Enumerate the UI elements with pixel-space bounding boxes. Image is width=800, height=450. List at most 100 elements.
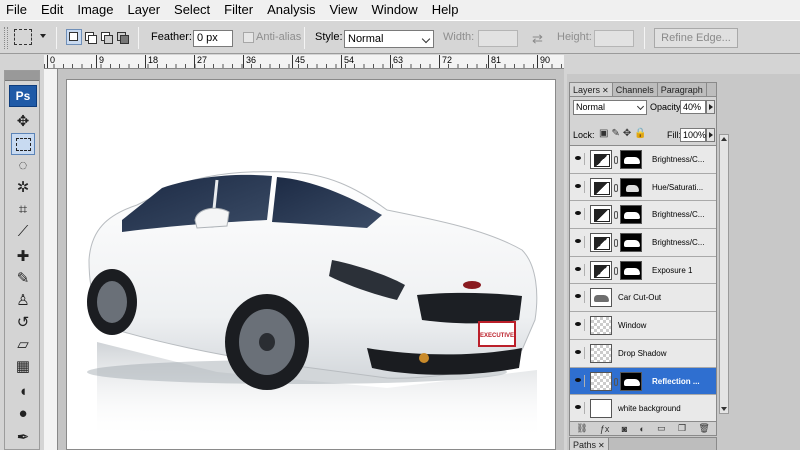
healing-brush-tool-icon[interactable]: ✚ [11,246,35,268]
vertical-ruler[interactable] [44,69,58,450]
layer-row[interactable]: Drop Shadow [570,339,716,368]
options-grip[interactable] [4,27,8,49]
eye-icon[interactable] [572,153,585,165]
eye-icon[interactable] [572,263,585,276]
opacity-input[interactable]: 40% [680,100,706,114]
opacity-label: Opacity: [650,102,684,112]
tab-channels[interactable]: Channels [613,83,658,96]
layer-mask-thumbnail[interactable] [620,205,642,225]
fx-icon[interactable]: ƒx [600,424,610,434]
lock-options-icons[interactable]: ▣✎✥🔒 [599,128,650,139]
lasso-tool-icon[interactable]: ◌ [11,155,35,177]
menu-select[interactable]: Select [167,0,217,20]
brush-tool-icon[interactable]: ✎ [11,268,35,290]
ruler-label: 63 [389,55,404,68]
link-icon[interactable]: ⛓ [576,423,587,434]
layer-row[interactable]: white background [570,395,716,423]
rect-marquee-tool-icon[interactable] [11,133,35,155]
layer-mask-thumbnail[interactable] [620,260,642,280]
opacity-slider-button[interactable] [706,100,715,114]
layer-row[interactable]: Car Cut-Out [570,284,716,313]
layer-row[interactable]: Brightness/C... [570,229,716,257]
fill-input[interactable]: 100% [680,128,706,142]
layer-row[interactable]: Hue/Saturati... [570,173,716,202]
new-layer-icon[interactable]: ❐ [678,423,686,434]
menu-filter[interactable]: Filter [217,0,260,20]
layers-panel: Layers ✕ Channels Paragraph Normal Opacit… [569,82,717,436]
feather-input[interactable]: 0 px [193,30,233,47]
blend-mode-value: Normal [576,102,606,112]
add-selection-button[interactable] [82,29,98,45]
layer-row[interactable]: Exposure 1 [570,256,716,285]
layer-thumbnail [590,399,612,419]
subtract-selection-button[interactable] [98,29,114,45]
menu-layer[interactable]: Layer [121,0,168,20]
tools-panel-header[interactable] [5,71,39,81]
layer-name: Hue/Saturati... [652,182,704,192]
refine-edge-button[interactable]: Refine Edge... [654,28,738,48]
antialias-checkbox[interactable] [243,32,254,43]
tab-layers[interactable]: Layers ✕ [570,83,613,96]
layer-row[interactable]: Brightness/C... [570,201,716,230]
canvas-area[interactable]: EXECUTIVE [58,69,564,450]
style-select[interactable]: Normal [344,30,434,48]
feather-label: Feather: [151,31,192,43]
eye-icon[interactable] [572,291,585,304]
tab-paragraph[interactable]: Paragraph [658,83,707,96]
layer-mask-thumbnail[interactable] [620,177,642,197]
chevron-down-icon[interactable] [40,34,46,38]
fill-slider-button[interactable] [706,128,715,142]
menu-window[interactable]: Window [364,0,424,20]
trash-icon[interactable]: 🗑 [698,423,709,434]
history-brush-tool-icon[interactable]: ↺ [11,312,35,334]
layer-name: Drop Shadow [618,348,667,358]
swap-icon[interactable]: ⇄ [532,31,543,47]
layers-scrollbar[interactable] [719,134,729,414]
blend-mode-select[interactable]: Normal [573,100,647,115]
crop-tool-icon[interactable]: ⌗ [11,199,35,221]
horizontal-ruler[interactable]: 0 9 18 27 36 45 54 63 72 81 90 [44,55,564,69]
tab-paths[interactable]: Paths ✕ [570,438,609,450]
menu-view[interactable]: View [322,0,364,20]
move-tool-icon[interactable]: ✥ [11,111,35,133]
mask-icon[interactable]: ◙ [622,424,627,434]
eye-icon[interactable] [572,346,585,359]
menu-analysis[interactable]: Analysis [260,0,322,20]
eraser-tool-icon[interactable]: ▱ [11,334,35,356]
layer-row[interactable]: Reflection ... [570,367,716,396]
menu-file[interactable]: File [0,0,34,20]
close-icon: ✕ [598,441,605,450]
folder-icon[interactable]: ▭ [657,423,666,434]
document-canvas[interactable]: EXECUTIVE [66,79,556,450]
eye-icon[interactable] [572,402,585,415]
menu-image[interactable]: Image [70,0,120,20]
chevron-down-icon [421,34,431,44]
layer-mask-thumbnail[interactable] [620,233,642,253]
eye-icon[interactable] [572,374,585,387]
blur-tool-icon[interactable]: ◖ [11,381,35,403]
eyedropper-tool-icon[interactable]: ⟋ [11,221,35,243]
layer-row[interactable]: Brightness/C... [570,146,716,174]
layer-row[interactable]: Window [570,312,716,340]
width-input[interactable] [478,30,518,47]
menu-help[interactable]: Help [425,0,466,20]
layer-mask-thumbnail[interactable] [620,150,642,169]
height-input[interactable] [594,30,634,47]
magic-wand-tool-icon[interactable]: ✲ [11,177,35,199]
new-selection-button[interactable] [66,29,82,45]
close-icon: ✕ [602,86,609,95]
photoshop-logo[interactable]: Ps [9,85,37,107]
clone-stamp-tool-icon[interactable]: ♙ [11,290,35,312]
adjustment-icon[interactable]: ◐ [639,424,644,434]
eye-icon[interactable] [572,180,585,193]
eye-icon[interactable] [572,236,585,249]
menu-edit[interactable]: Edit [34,0,70,20]
gradient-tool-icon[interactable]: ▦ [11,356,35,378]
layer-mask-thumbnail[interactable] [620,371,642,391]
intersect-selection-button[interactable] [114,29,130,45]
eye-icon[interactable] [572,319,585,332]
dodge-tool-icon[interactable]: ● [11,403,35,425]
eye-icon[interactable] [572,208,585,221]
pen-tool-icon[interactable]: ✒ [11,427,35,449]
tool-preset-picker[interactable] [14,29,32,45]
